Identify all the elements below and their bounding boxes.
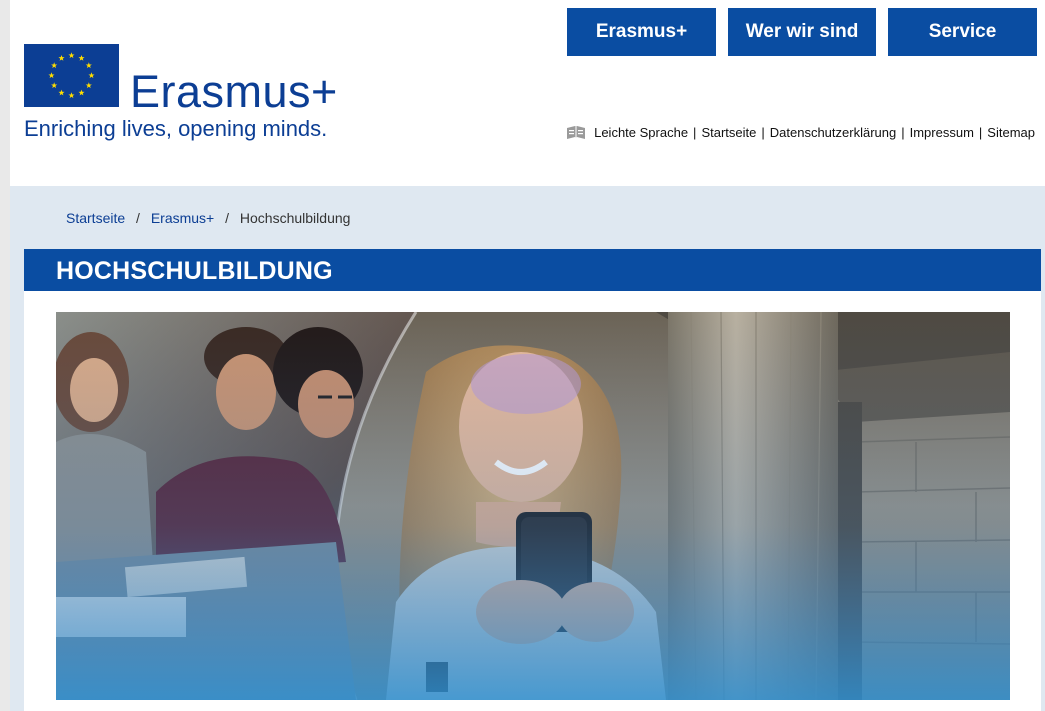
eu-star bbox=[78, 89, 85, 96]
page-title: HOCHSCHULBILDUNG bbox=[56, 257, 333, 285]
separator: | bbox=[978, 124, 983, 140]
eu-star bbox=[78, 54, 85, 61]
breadcrumb-startseite[interactable]: Startseite bbox=[66, 210, 125, 226]
eu-star bbox=[88, 72, 95, 79]
nav-erasmus-plus[interactable]: Erasmus+ bbox=[567, 8, 716, 56]
logo-tagline: Enriching lives, opening minds. bbox=[24, 116, 328, 141]
link-startseite[interactable]: Startseite bbox=[701, 125, 756, 140]
breadcrumb-current: Hochschulbildung bbox=[239, 210, 351, 226]
eu-star bbox=[48, 72, 55, 79]
easy-language-book-icon bbox=[566, 124, 586, 140]
page-title-bar: HOCHSCHULBILDUNG bbox=[24, 249, 1041, 291]
separator: | bbox=[761, 124, 765, 140]
breadcrumb-separator: / bbox=[136, 210, 140, 226]
eu-star bbox=[51, 82, 58, 89]
link-sitemap[interactable]: Sitemap bbox=[987, 125, 1035, 140]
link-impressum[interactable]: Impressum bbox=[910, 125, 974, 140]
nav-service[interactable]: Service bbox=[888, 8, 1037, 56]
eu-star bbox=[68, 52, 75, 59]
link-datenschutzerklaerung[interactable]: Datenschutzerklärung bbox=[770, 125, 896, 140]
breadcrumb-erasmus-plus[interactable]: Erasmus+ bbox=[151, 210, 214, 226]
nav-wer-wir-sind[interactable]: Wer wir sind bbox=[728, 8, 876, 56]
utility-links: Leichte Sprache | Startseite | Datenschu… bbox=[566, 124, 1035, 140]
eu-star bbox=[85, 82, 92, 89]
logo-wordmark: Erasmus+ bbox=[130, 66, 338, 117]
separator: | bbox=[901, 124, 905, 140]
hero-image bbox=[56, 312, 1010, 700]
eu-star bbox=[85, 62, 92, 69]
breadcrumb: Startseite / Erasmus+ / Hochschulbildung bbox=[66, 210, 350, 226]
page: Erasmus+ Wer wir sind Service Erasmus+ E… bbox=[10, 0, 1045, 711]
link-leichte-sprache[interactable]: Leichte Sprache bbox=[594, 125, 688, 140]
separator: | bbox=[693, 124, 697, 140]
main-nav: Erasmus+ Wer wir sind Service bbox=[567, 8, 1037, 56]
eu-star bbox=[68, 92, 75, 99]
eu-flag-icon bbox=[24, 44, 119, 107]
eu-star bbox=[58, 54, 65, 61]
content-area: HOCHSCHULBILDUNG bbox=[24, 249, 1041, 711]
breadcrumb-separator: / bbox=[225, 210, 230, 226]
eu-star bbox=[58, 89, 65, 96]
eu-star bbox=[51, 62, 58, 69]
